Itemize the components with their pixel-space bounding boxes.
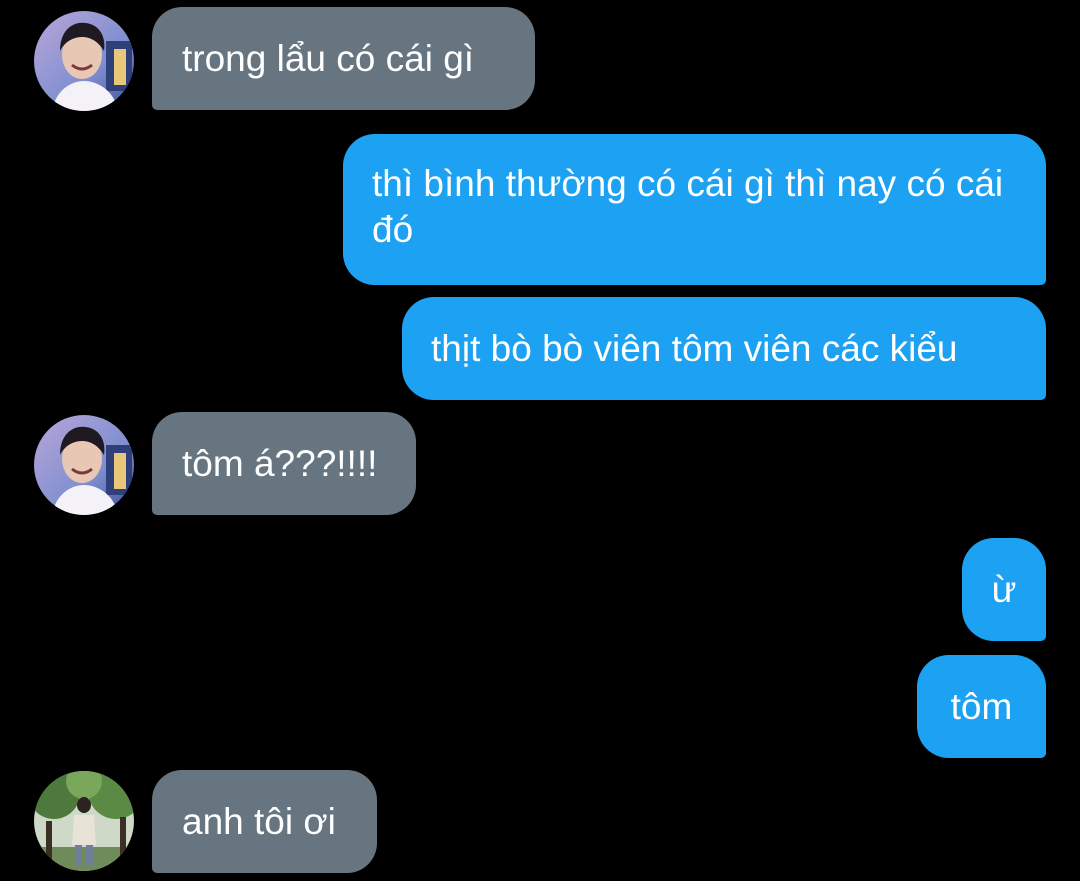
avatar-person-outdoor[interactable] bbox=[34, 771, 134, 871]
message-text: tôm bbox=[950, 685, 1013, 727]
outgoing-message[interactable]: ừ bbox=[962, 538, 1046, 641]
message-text: thịt bò bò viên tôm viên các kiểu bbox=[431, 327, 958, 369]
outgoing-message[interactable]: thịt bò bò viên tôm viên các kiểu bbox=[402, 297, 1046, 400]
message-text: thì bình thường có cái gì thì nay có cái… bbox=[372, 163, 1004, 250]
message-text: ừ bbox=[991, 568, 1017, 610]
incoming-message[interactable]: anh tôi ơi bbox=[152, 770, 377, 873]
outgoing-message[interactable]: tôm bbox=[917, 655, 1046, 758]
message-text: tôm á???!!!! bbox=[182, 442, 378, 484]
message-text: trong lẩu có cái gì bbox=[182, 37, 475, 79]
incoming-message[interactable]: tôm á???!!!! bbox=[152, 412, 416, 515]
avatar-boy-smiling[interactable] bbox=[34, 415, 134, 515]
avatar-boy-smiling[interactable] bbox=[34, 11, 134, 111]
outgoing-message[interactable]: thì bình thường có cái gì thì nay có cái… bbox=[343, 134, 1046, 285]
incoming-message[interactable]: trong lẩu có cái gì bbox=[152, 7, 535, 110]
message-text: anh tôi ơi bbox=[182, 800, 336, 842]
